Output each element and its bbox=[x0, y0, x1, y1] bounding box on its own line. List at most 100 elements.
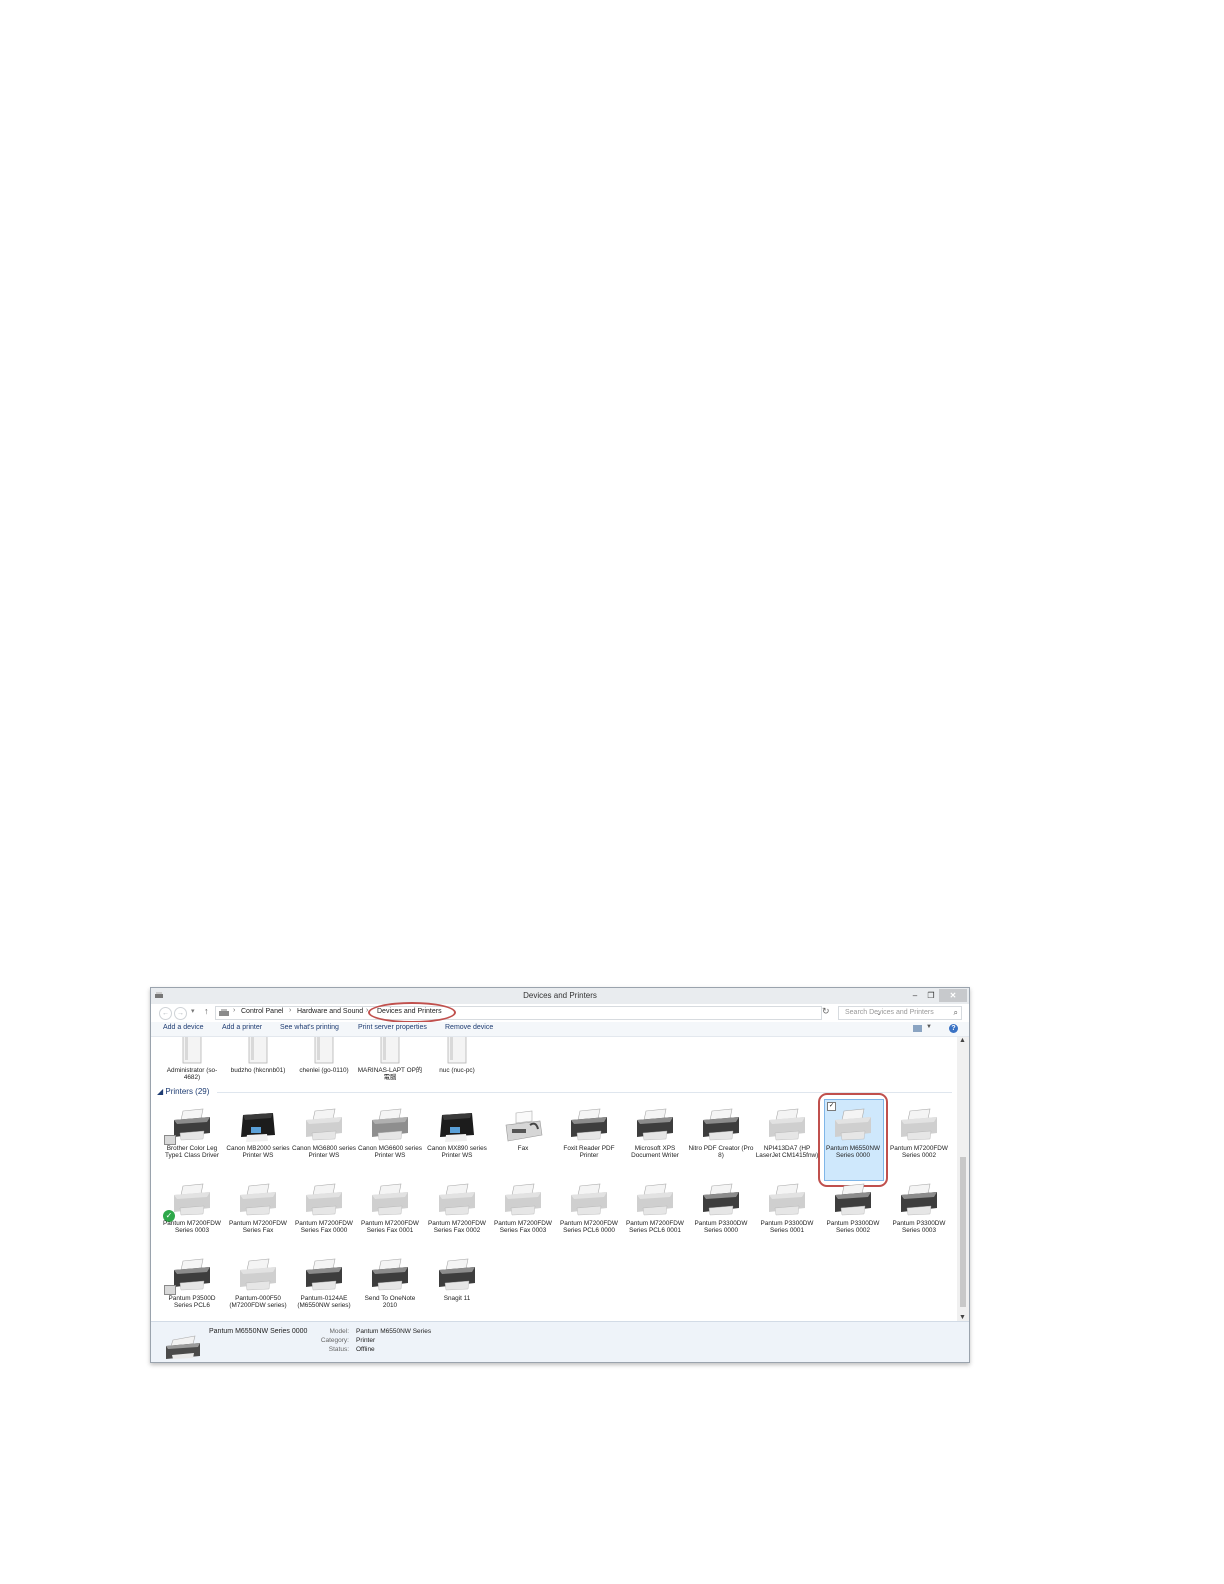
device-label: Pantum P3300DW Series 0001 bbox=[760, 1220, 814, 1235]
device-label: Pantum P3300DW Series 0002 bbox=[826, 1220, 880, 1235]
printer-icon bbox=[832, 1180, 874, 1222]
computer-item[interactable]: nuc (nuc-pc) bbox=[426, 1037, 488, 1111]
vertical-scrollbar[interactable]: ▲ ▼ bbox=[957, 1037, 969, 1321]
printer-item[interactable]: Fax bbox=[492, 1105, 554, 1185]
printer-icon bbox=[832, 1105, 874, 1147]
printer-item[interactable]: Pantum M7200FDW Series Fax bbox=[227, 1180, 289, 1260]
printer-item[interactable]: Pantum-000F50 (M7200FDW series) bbox=[227, 1255, 289, 1321]
printer-item[interactable]: Pantum M7200FDW Series Fax 0002 bbox=[426, 1180, 488, 1260]
device-label: Pantum M7200FDW Series Fax 0003 bbox=[494, 1220, 552, 1235]
printer-item[interactable]: Pantum M7200FDW Series PCL6 0001 bbox=[624, 1180, 686, 1260]
printer-item[interactable]: NPI413DA7 (HP LaserJet CM1415fnw) bbox=[756, 1105, 818, 1185]
scroll-thumb[interactable] bbox=[960, 1157, 966, 1307]
device-label: Canon MB2000 series Printer WS bbox=[226, 1145, 290, 1160]
printer-icon bbox=[369, 1105, 411, 1147]
refresh-icon[interactable]: ↻ bbox=[822, 1006, 830, 1017]
close-button[interactable]: ✕ bbox=[939, 989, 967, 1002]
breadcrumb-separator: › bbox=[233, 1007, 236, 1014]
add-device-button[interactable]: Add a device bbox=[163, 1024, 203, 1031]
device-label: Pantum-0124AE (M6550NW series) bbox=[297, 1295, 351, 1310]
computer-item[interactable]: chenlei (go-0110) bbox=[293, 1037, 355, 1111]
printer-item[interactable]: Pantum-0124AE (M6550NW series) bbox=[293, 1255, 355, 1321]
device-label: Pantum M7200FDW Series PCL6 0000 bbox=[560, 1220, 618, 1235]
printer-item[interactable]: Foxit Reader PDF Printer bbox=[558, 1105, 620, 1185]
printer-item[interactable]: Pantum M7200FDW Series Fax 0001 bbox=[359, 1180, 421, 1260]
view-options-dropdown-icon[interactable]: ▼ bbox=[926, 1024, 932, 1030]
printer-item[interactable]: Pantum P3300DW Series 0003 bbox=[888, 1180, 950, 1260]
minimize-button[interactable]: – bbox=[907, 989, 923, 1002]
breadcrumb-control-panel[interactable]: Control Panel bbox=[241, 1008, 283, 1015]
device-label: Pantum M7200FDW Series Fax bbox=[229, 1220, 287, 1235]
printer-item[interactable]: Brother Color Leg Type1 Class Driver bbox=[161, 1105, 223, 1185]
address-box[interactable]: › Control Panel › Hardware and Sound › D… bbox=[215, 1002, 882, 1023]
device-label: budzho (hkcnnb01) bbox=[230, 1067, 286, 1074]
printer-icon bbox=[502, 1105, 544, 1147]
device-label: nuc (nuc-pc) bbox=[439, 1067, 475, 1074]
see-whats-printing-button[interactable]: See what's printing bbox=[280, 1024, 339, 1031]
back-button[interactable]: ← bbox=[159, 1007, 172, 1020]
add-printer-button[interactable]: Add a printer bbox=[222, 1024, 262, 1031]
help-icon[interactable]: ? bbox=[949, 1024, 958, 1033]
printer-item[interactable]: Pantum P3300DW Series 0002 bbox=[822, 1180, 884, 1260]
printer-icon bbox=[766, 1180, 808, 1222]
printer-item[interactable]: Pantum P3300DW Series 0000 bbox=[690, 1180, 752, 1260]
search-icon[interactable]: ⌕ bbox=[954, 1008, 958, 1018]
printer-icon bbox=[369, 1180, 411, 1222]
printer-icon bbox=[766, 1105, 808, 1147]
printer-icon bbox=[634, 1105, 676, 1147]
printer-item[interactable]: Pantum M7200FDW Series Fax 0000 bbox=[293, 1180, 355, 1260]
details-model-value: Pantum M6550NW Series bbox=[356, 1328, 432, 1335]
recent-locations-dropdown[interactable]: ▾ bbox=[191, 1007, 195, 1015]
breadcrumb-hardware-and-sound[interactable]: Hardware and Sound bbox=[297, 1008, 363, 1015]
printer-item[interactable]: Snagit 11 bbox=[426, 1255, 488, 1321]
device-label: Pantum M7200FDW Series Fax 0002 bbox=[428, 1220, 486, 1235]
printer-item[interactable]: Nitro PDF Creator (Pro 8) bbox=[689, 1105, 753, 1185]
printer-item[interactable]: Pantum P3300DW Series 0001 bbox=[756, 1180, 818, 1260]
printer-item[interactable]: Pantum M7200FDW Series 0002 bbox=[888, 1105, 950, 1185]
computer-item[interactable]: Administrator (so-4682) bbox=[161, 1037, 223, 1111]
printer-icon bbox=[237, 1255, 279, 1297]
forward-button[interactable]: → bbox=[174, 1007, 187, 1020]
print-server-properties-button[interactable]: Print server properties bbox=[358, 1024, 427, 1031]
printer-icon bbox=[436, 1105, 478, 1147]
printer-item[interactable]: Microsoft XPS Document Writer bbox=[624, 1105, 686, 1185]
device-label: Pantum M7200FDW Series 0003 bbox=[163, 1220, 221, 1235]
title-bar: Devices and Printers – ❐ ✕ bbox=[151, 988, 969, 1004]
maximize-button[interactable]: ❐ bbox=[923, 989, 939, 1002]
printer-item[interactable]: Canon MG6600 series Printer WS bbox=[358, 1105, 422, 1185]
printer-item[interactable]: Pantum M7200FDW Series Fax 0003 bbox=[492, 1180, 554, 1260]
printer-icon bbox=[898, 1180, 940, 1222]
printer-item[interactable]: ✓ Pantum M7200FDW Series 0003 bbox=[161, 1180, 223, 1260]
printer-item[interactable]: Canon MX890 series Printer WS bbox=[426, 1105, 488, 1185]
device-label: Microsoft XPS Document Writer bbox=[631, 1145, 679, 1160]
printer-item[interactable]: Canon MB2000 series Printer WS bbox=[226, 1105, 290, 1185]
shared-printer-badge-icon bbox=[164, 1135, 176, 1145]
scroll-up-icon[interactable]: ▲ bbox=[959, 1037, 966, 1044]
details-printer-name: Pantum M6550NW Series 0000 bbox=[209, 1328, 308, 1335]
printer-item-selected[interactable]: ✓ Pantum M6550NW Series 0000 bbox=[818, 1093, 888, 1187]
printer-icon bbox=[171, 1105, 213, 1147]
device-label: Pantum-000F50 (M7200FDW series) bbox=[229, 1295, 287, 1310]
printer-icon bbox=[436, 1255, 478, 1297]
details-pane: Pantum M6550NW Series 0000 Model: Pantum… bbox=[151, 1321, 969, 1362]
change-view-icon[interactable] bbox=[913, 1025, 922, 1032]
printer-icon bbox=[634, 1180, 676, 1222]
remove-device-button[interactable]: Remove device bbox=[445, 1024, 493, 1031]
scroll-down-icon[interactable]: ▼ bbox=[959, 1314, 966, 1321]
printer-icon bbox=[700, 1105, 742, 1147]
window-title: Devices and Printers bbox=[523, 991, 597, 1000]
search-box[interactable]: Search Devices and Printers ⌕ bbox=[838, 1006, 962, 1020]
computer-item[interactable]: budzho (hkcnnb01) bbox=[227, 1037, 289, 1111]
printer-item[interactable]: Send To OneNote 2010 bbox=[359, 1255, 421, 1321]
printer-item[interactable]: Canon MG6800 series Printer WS bbox=[292, 1105, 356, 1185]
search-input[interactable]: Search Devices and Printers bbox=[845, 1009, 934, 1016]
device-label: Pantum M7200FDW Series PCL6 0001 bbox=[626, 1220, 684, 1235]
printer-icon bbox=[568, 1180, 610, 1222]
up-button[interactable]: ↑ bbox=[204, 1006, 209, 1016]
printer-item[interactable]: Pantum M7200FDW Series PCL6 0000 bbox=[558, 1180, 620, 1260]
devices-and-printers-window: Devices and Printers – ❐ ✕ ← → ▾ ↑ › Con… bbox=[150, 987, 970, 1363]
printer-item[interactable]: Pantum P3500D Series PCL6 bbox=[161, 1255, 223, 1321]
command-bar: Add a device Add a printer See what's pr… bbox=[151, 1022, 969, 1037]
device-label: NPI413DA7 (HP LaserJet CM1415fnw) bbox=[755, 1145, 819, 1160]
computer-item[interactable]: MARINAS-LAPT OP的電腦 bbox=[358, 1037, 422, 1111]
